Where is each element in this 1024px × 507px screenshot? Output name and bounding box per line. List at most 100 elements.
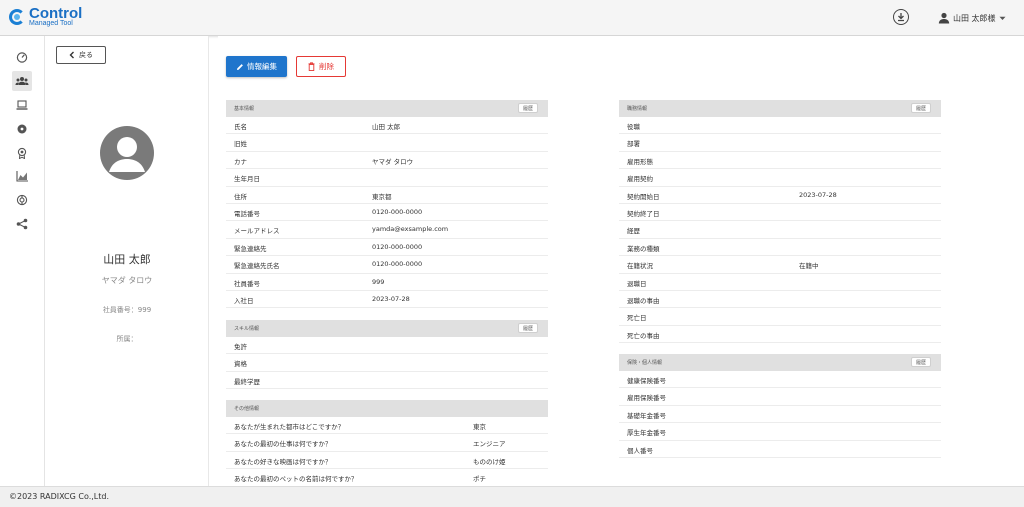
info-row-label: 緊急連絡先氏名 xyxy=(234,262,280,271)
pencil-icon xyxy=(237,63,243,70)
info-row: 緊急連絡先 0120-000-0000 xyxy=(226,239,548,257)
skill-info-section: スキル情報 履歴 免許 資格 最終学歴 xyxy=(226,320,548,390)
job-info-header: 職務情報 履歴 xyxy=(619,100,941,117)
nav-reports[interactable] xyxy=(12,166,32,186)
info-row: 部署 xyxy=(619,134,941,152)
info-row-label: 入社日 xyxy=(234,296,254,305)
job-info-section: 職務情報 履歴 役職 部署 雇用形態 雇用契約 契約開始日 2023-07-28 契約終了日… xyxy=(619,100,941,344)
disc-icon xyxy=(17,124,27,134)
insurance-info-header: 保険・個人情報 履歴 xyxy=(619,354,941,371)
download-icon xyxy=(898,13,904,22)
info-row: 在籍状況 在籍中 xyxy=(619,256,941,274)
info-row-label: 雇用契約 xyxy=(627,175,653,184)
info-row-value: エンジニア xyxy=(473,440,506,449)
default-avatar-icon xyxy=(109,137,145,172)
nav-certifications[interactable] xyxy=(12,143,32,163)
info-row-label: 住所 xyxy=(234,192,247,201)
download-button[interactable] xyxy=(893,9,909,25)
caret-down-icon xyxy=(999,16,1006,20)
info-row: 退職の事由 xyxy=(619,291,941,309)
info-row-label: 生年月日 xyxy=(234,175,260,184)
back-button[interactable]: 戻る xyxy=(56,46,106,64)
delete-button[interactable]: 削除 xyxy=(296,56,346,77)
profile-employee-number: 社員番号：999 xyxy=(102,306,152,314)
info-row-label: 個人番号 xyxy=(627,446,653,455)
info-row-value: yamda@exsample.com xyxy=(372,225,449,234)
info-row-label: 死亡の事由 xyxy=(627,331,660,340)
skill-info-rows: 免許 資格 最終学歴 xyxy=(226,337,548,390)
laptop-icon xyxy=(16,100,28,110)
info-row: 旧姓 xyxy=(226,134,548,152)
info-row-label: 電話番号 xyxy=(234,209,260,218)
info-row: あなたの最初のペットの名前は何ですか？ ポチ xyxy=(226,469,548,487)
info-row: 退職日 xyxy=(619,274,941,291)
profile-panel: 戻る 山田 太郎 ヤマダ タロウ 社員番号：999 所属： xyxy=(45,36,209,486)
nav-devices[interactable] xyxy=(12,95,32,115)
edit-info-button-label: 情報編集 xyxy=(247,62,277,71)
app-footer: ©2023 RADIXCG Co.,Ltd. xyxy=(0,486,1024,507)
basic-info-rows: 氏名 山田 太郎旧姓カナ ヤマダ タロウ生年月日住所 東京都電話番号 0120-000-… xyxy=(226,117,548,309)
copyright-text: ©2023 RADIXCG Co.,Ltd. xyxy=(9,492,109,501)
info-row: 住所 東京都 xyxy=(226,187,548,204)
person-icon xyxy=(938,12,950,24)
info-row-value: ポチ xyxy=(473,475,486,484)
info-row-label: あなたの最初の仕事は何ですか？ xyxy=(234,440,332,449)
nav-share[interactable] xyxy=(12,214,32,234)
app-header: Control Managed Tool 山田 太郎様 xyxy=(0,0,1024,36)
brand-title: Control xyxy=(29,5,83,22)
info-row-label: 経歴 xyxy=(627,227,640,236)
user-name: 山田 太郎様 xyxy=(953,13,996,23)
nav-media[interactable] xyxy=(12,119,32,139)
info-row-label: 緊急連絡先 xyxy=(234,244,267,253)
award-badge-icon xyxy=(17,147,27,159)
user-menu[interactable]: 山田 太郎様 xyxy=(938,11,1006,25)
users-group-icon xyxy=(15,77,29,85)
info-row-label: 社員番号 xyxy=(234,279,260,288)
info-row-label: 雇用形態 xyxy=(627,157,653,166)
info-row-value: 0120-000-0000 xyxy=(372,242,423,251)
speedometer-icon xyxy=(16,52,28,63)
info-row-label: あなたの好きな映画は何ですか？ xyxy=(234,457,332,466)
info-row: 死亡の事由 xyxy=(619,326,941,344)
profile-department: 所属： xyxy=(116,335,138,343)
info-row-label: 契約終了日 xyxy=(627,209,660,218)
chevron-left-icon xyxy=(69,51,74,59)
info-row-value: 東京都 xyxy=(372,192,392,201)
other-info-title: その他情報 xyxy=(234,406,260,412)
profile-name: 山田 太郎 xyxy=(103,253,151,266)
info-row: カナ ヤマダ タロウ xyxy=(226,152,548,170)
info-row-value: 999 xyxy=(372,277,385,286)
info-row: 入社日 2023-07-28 xyxy=(226,291,548,309)
basic-info-header: 基本情報 履歴 xyxy=(226,100,548,117)
info-row: 最終学歴 xyxy=(226,372,548,390)
info-row-label: 氏名 xyxy=(234,123,247,131)
info-row-value: 山田 太郎 xyxy=(372,123,401,131)
info-row: 緊急連絡先氏名 0120-000-0000 xyxy=(226,256,548,274)
nav-employees[interactable] xyxy=(12,71,32,91)
trash-icon xyxy=(308,62,315,71)
avatar xyxy=(100,126,154,180)
main-content: 情報編集 削除 基本情報 履歴 氏名 山田 太郎旧姓カナ ヤマダ タロウ生年月日住所… xyxy=(218,36,1024,487)
delete-button-label: 削除 xyxy=(319,62,334,71)
edit-info-button[interactable]: 情報編集 xyxy=(226,56,287,77)
info-row-label: あなたの最初のペットの名前は何ですか？ xyxy=(234,475,358,484)
info-row-value: 0120-000-0000 xyxy=(372,207,423,216)
info-row-label: あなたが生まれた都市はどこですか？ xyxy=(234,423,345,431)
nav-dashboard[interactable] xyxy=(12,47,32,67)
info-row-label: 部署 xyxy=(627,140,640,149)
nav-support[interactable] xyxy=(12,190,32,210)
info-row-value: 0120-000-0000 xyxy=(372,260,423,269)
info-row-label: カナ xyxy=(234,157,247,166)
info-row: 業務の種類 xyxy=(619,239,941,257)
skill-info-history-button[interactable]: 履歴 xyxy=(518,323,538,333)
insurance-info-history-button[interactable]: 履歴 xyxy=(911,357,931,367)
info-row: 免許 xyxy=(226,337,548,355)
info-row-label: 旧姓 xyxy=(234,140,247,149)
job-info-history-button[interactable]: 履歴 xyxy=(911,103,931,113)
other-info-header: その他情報 xyxy=(226,400,548,417)
basic-info-history-button[interactable]: 履歴 xyxy=(518,103,538,113)
info-row: 経歴 xyxy=(619,221,941,239)
basic-info-section: 基本情報 履歴 氏名 山田 太郎旧姓カナ ヤマダ タロウ生年月日住所 東京都電話番号 0… xyxy=(226,100,548,309)
profile-kana: ヤマダ タロウ xyxy=(101,276,153,285)
basic-info-title: 基本情報 xyxy=(234,106,255,112)
